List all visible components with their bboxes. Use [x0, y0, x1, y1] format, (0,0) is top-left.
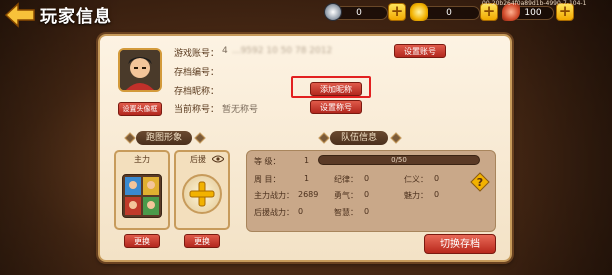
discipline-label: 纪律： [334, 175, 358, 184]
wisdom-value: 0 [364, 207, 370, 216]
week-value: 1 [304, 174, 310, 183]
help-question-icon[interactable]: ? [470, 172, 490, 192]
main-power-label: 主力战力： [254, 191, 294, 200]
eye-icon[interactable] [211, 155, 225, 163]
main-character-card[interactable]: 主力 [114, 150, 170, 230]
level-value: 1 [304, 156, 310, 165]
team-section-title: 队伍信息 [330, 131, 388, 145]
benevolence-label: 仁义： [404, 175, 428, 184]
highlight-annotation [291, 76, 371, 98]
current-title-value: 暂无称号 [222, 105, 259, 115]
page-title: 玩家信息 [40, 7, 112, 27]
main-power-value: 2689 [298, 190, 319, 199]
week-label: 周 目： [254, 175, 281, 184]
gold-ingot-icon [410, 3, 428, 21]
benevolence-value: 0 [434, 174, 440, 183]
charm-label: 魅力： [404, 191, 428, 200]
support-change-button[interactable]: 更换 [184, 234, 220, 248]
archive-nickname-label: 存档昵称： [174, 87, 220, 97]
archive-id-label: 存档编号： [174, 68, 220, 78]
switch-archive-button[interactable]: 切换存档 [424, 234, 496, 254]
add-support-icon[interactable] [182, 174, 222, 214]
set-account-button[interactable]: 设置账号 [394, 44, 446, 58]
svg-text:?: ? [477, 176, 483, 189]
exp-progress-text: 0/50 [391, 156, 407, 164]
courage-label: 勇气： [334, 191, 358, 200]
current-title-label: 当前称号： [174, 105, 220, 115]
add-coin-button[interactable]: + [388, 3, 406, 21]
support-power-value: 0 [298, 207, 304, 216]
discipline-value: 0 [364, 174, 370, 183]
formation-section-title: 跑图形象 [136, 131, 192, 145]
avatar[interactable] [118, 48, 162, 92]
wisdom-label: 智慧： [334, 208, 358, 217]
set-avatar-frame-button[interactable]: 设置头像框 [118, 102, 162, 116]
set-title-button[interactable]: 设置称号 [310, 100, 362, 114]
level-label: 等 级： [254, 157, 281, 166]
back-arrow-icon[interactable] [4, 2, 36, 28]
main-character-portrait [122, 174, 162, 218]
game-account-value: 4 [222, 46, 228, 56]
support-power-label: 后援战力： [254, 208, 294, 217]
silver-coin-icon [324, 3, 342, 21]
exp-progress-bar: 0/50 [318, 155, 480, 165]
main-label: 主力 [134, 155, 150, 164]
game-account-label: 游戏账号： [174, 49, 220, 59]
uid-text: 00-20b264f0a89d1b-4990-7-104-1 [482, 0, 587, 7]
main-change-button[interactable]: 更换 [124, 234, 160, 248]
support-character-card[interactable]: 后援 [174, 150, 230, 230]
game-account-value-blurred: ...9592 10 50 78 2012 [232, 46, 333, 56]
charm-value: 0 [434, 190, 440, 199]
courage-value: 0 [364, 190, 370, 199]
